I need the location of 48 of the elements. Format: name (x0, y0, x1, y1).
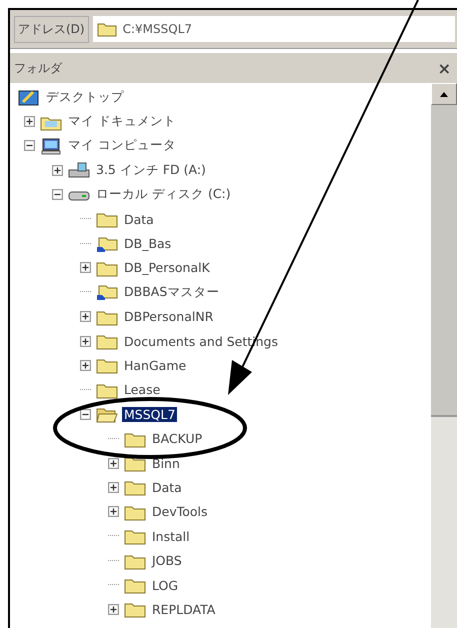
expand-toggle[interactable] (80, 311, 90, 322)
up-arrow-icon (440, 92, 448, 96)
expand-toggle[interactable] (108, 482, 118, 493)
tree-item[interactable]: REPLDATA (150, 602, 218, 617)
tree-item[interactable]: マイ ドキュメント (66, 113, 178, 130)
expand-toggle[interactable] (52, 164, 62, 176)
tree-item[interactable]: Binn (150, 456, 182, 471)
scroll-thumb[interactable] (431, 105, 457, 417)
computer-icon (40, 136, 62, 155)
tree-item[interactable]: マイ コンピュータ (66, 137, 178, 154)
tree-item[interactable]: ローカル ディスク (C:) (94, 186, 233, 204)
expand-toggle[interactable] (24, 140, 34, 152)
tree-item[interactable]: DBPersonalNR (122, 309, 216, 324)
address-field[interactable]: C:¥MSSQL7 (92, 16, 455, 42)
tree-item[interactable]: デスクトップ (44, 88, 126, 106)
expand-toggle[interactable] (80, 336, 90, 347)
tree-item[interactable]: HanGame (122, 358, 188, 373)
tree-item[interactable]: BACKUP (150, 431, 204, 446)
desktop-icon (18, 88, 40, 106)
tree-item[interactable]: MSSQL7 (122, 406, 178, 422)
tree-item[interactable]: Data (150, 480, 184, 495)
tree-item[interactable]: Data (122, 212, 156, 227)
expand-toggle[interactable] (52, 189, 62, 200)
tree-item[interactable]: DB_Bas (122, 236, 174, 252)
scrollbar[interactable] (431, 83, 457, 628)
expand-toggle[interactable] (80, 262, 90, 274)
tree-item[interactable]: LOG (150, 578, 180, 592)
expand-toggle[interactable] (108, 604, 118, 615)
floppy-drive-icon (68, 161, 90, 180)
pane-title: フォルダ (14, 60, 62, 76)
shared-folder-icon (96, 283, 118, 302)
expand-toggle[interactable] (108, 506, 118, 518)
tree-item[interactable]: 3.5 インチ FD (A:) (94, 162, 208, 179)
close-button[interactable]: × (434, 58, 455, 78)
expand-toggle[interactable] (80, 408, 90, 420)
shared-folder-icon (96, 234, 118, 253)
address-label: アドレス(D) (14, 16, 89, 42)
tree-item[interactable]: Lease (122, 382, 162, 398)
tree-item[interactable]: DBBASマスター (122, 284, 222, 301)
expand-toggle[interactable] (24, 116, 34, 128)
tree-item[interactable]: Install (150, 528, 192, 544)
tree-item[interactable]: DB_PersonalK (122, 260, 212, 276)
expand-toggle[interactable] (80, 360, 90, 371)
scroll-up-button[interactable] (431, 83, 457, 105)
tree-item[interactable]: DevTools (150, 504, 210, 520)
expand-toggle[interactable] (108, 458, 118, 469)
folder-icon (96, 21, 117, 37)
tree-item[interactable]: JOBS (150, 553, 184, 568)
